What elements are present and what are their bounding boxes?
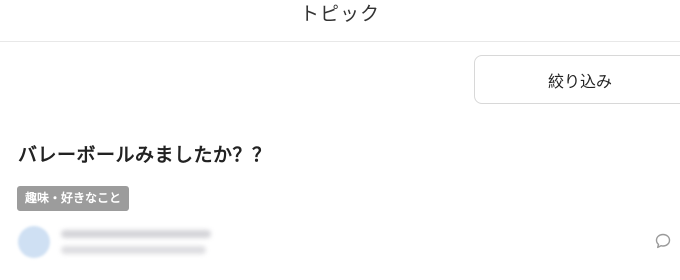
page-title: トピック — [299, 3, 380, 25]
avatar[interactable] — [18, 226, 50, 258]
post-title[interactable]: バレーボールみましたか？？ — [18, 142, 272, 168]
header: トピック — [0, 0, 680, 42]
author-row[interactable] — [17, 224, 677, 260]
author-meta-blurred — [61, 230, 211, 238]
filter-button[interactable]: 絞り込み — [474, 55, 680, 104]
category-tag[interactable]: 趣味・好きなこと — [17, 186, 130, 211]
topic-page: トピック 絞り込み バレーボールみましたか？？ 趣味・好きなこと — [0, 0, 680, 280]
post-date-blurred — [61, 246, 206, 254]
comment-icon[interactable] — [655, 233, 671, 249]
